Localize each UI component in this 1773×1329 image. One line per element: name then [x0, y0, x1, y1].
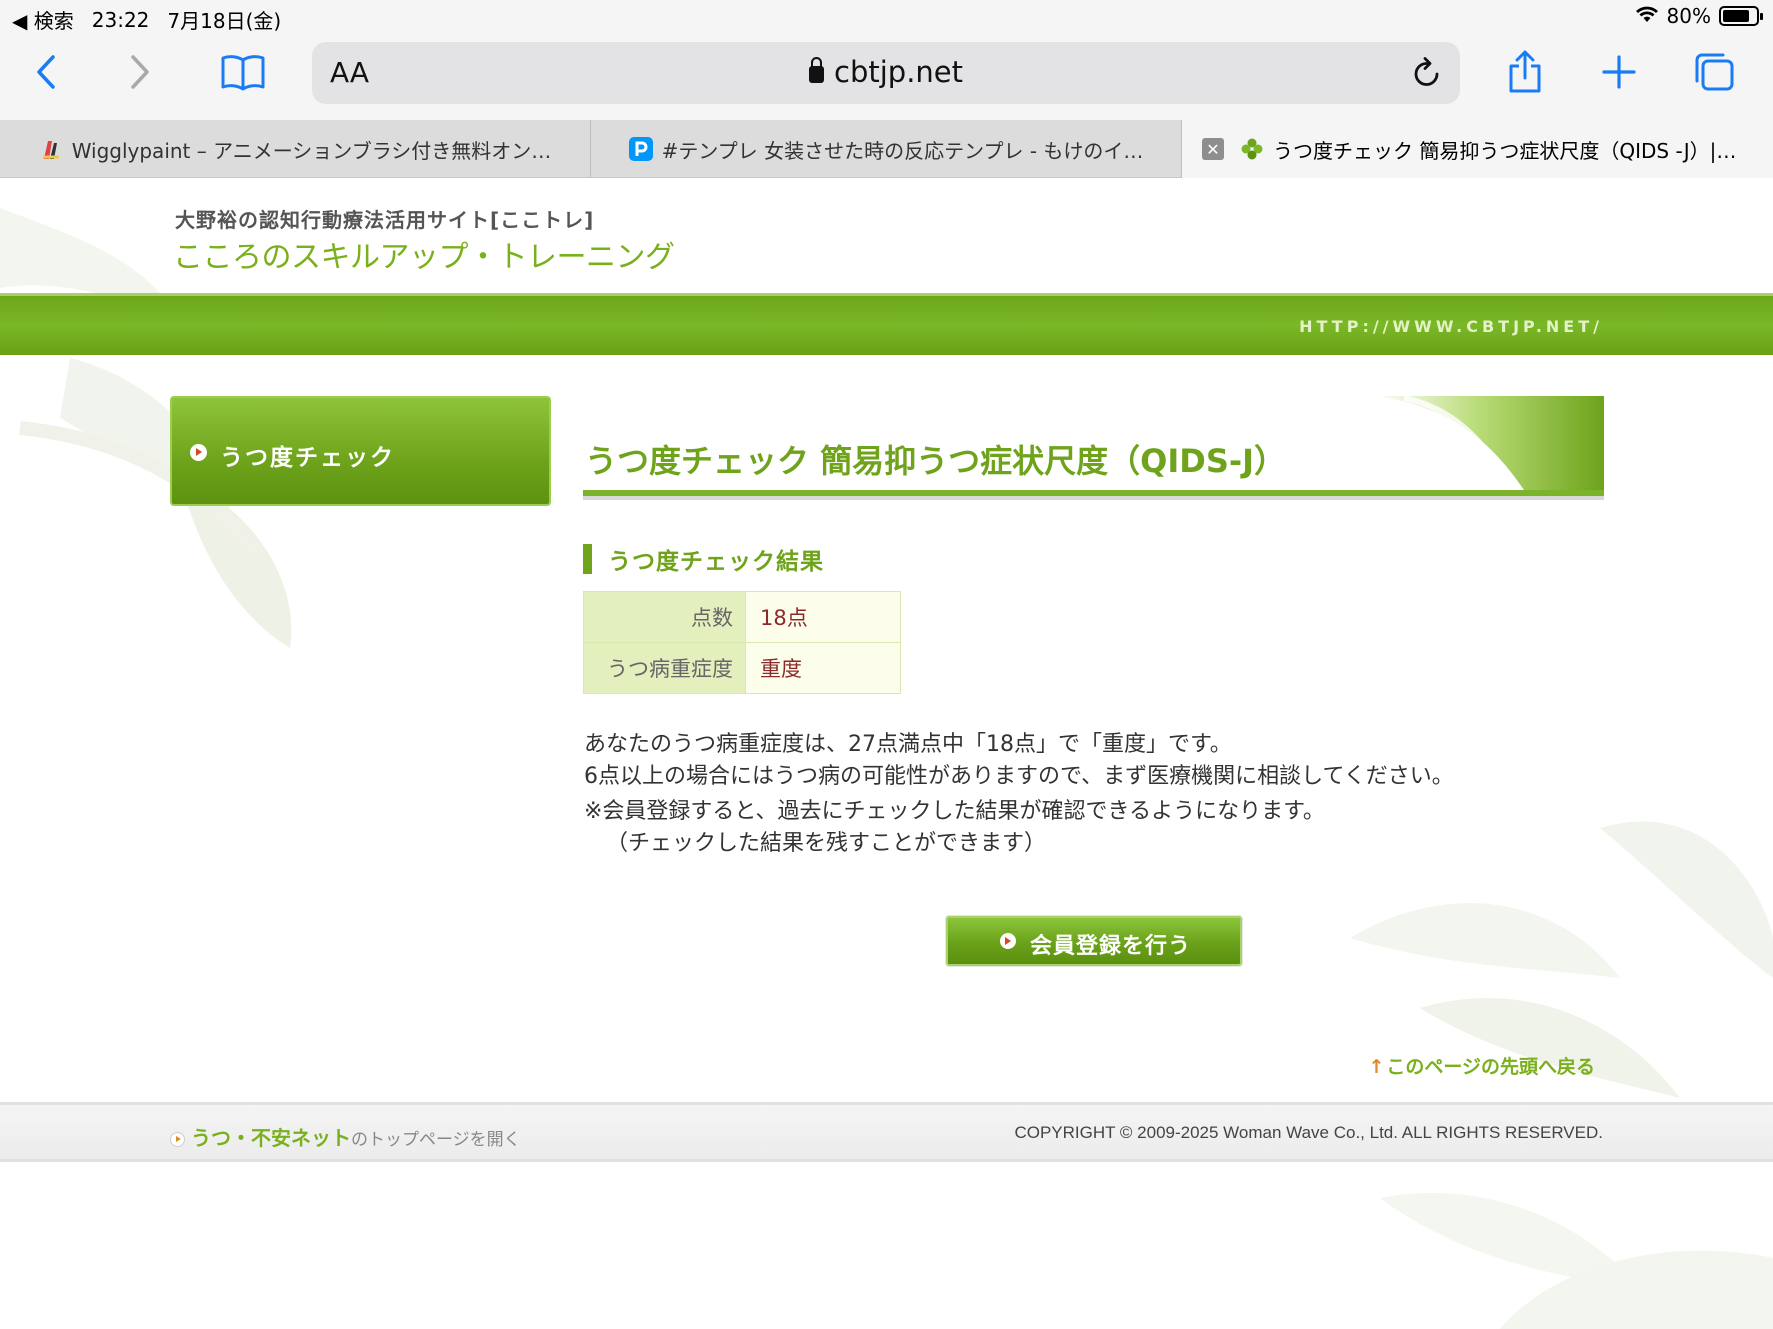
- title-underline-shadow: [583, 496, 1604, 500]
- severity-value: 重度: [745, 642, 901, 694]
- web-page: 大野裕の認知行動療法活用サイト[ここトレ] こころのスキルアップ・トレーニング …: [0, 178, 1773, 1329]
- register-button-label: 会員登録を行う: [1030, 934, 1192, 959]
- tab-template[interactable]: #テンプレ 女装させた時の反応テンプレ - もけのイ…: [591, 120, 1182, 178]
- footer-top-page-link[interactable]: うつ・不安ネットのトップページを開く: [170, 1122, 521, 1151]
- up-arrow-icon: ↑: [1368, 1056, 1385, 1078]
- result-message-line: あなたのうつ病重症度は、27点満点中「18点」で「重度」です。: [584, 732, 1232, 757]
- url-display[interactable]: cbtjp.net: [312, 55, 1460, 89]
- lock-icon: [809, 57, 824, 83]
- back-to-top-link[interactable]: ↑ このページの先頭へ戻る: [1368, 1052, 1595, 1079]
- site-url-banner: HTTP://WWW.CBTJP.NET/: [1299, 317, 1603, 336]
- sidebar-item-depression-check[interactable]: うつ度チェック: [170, 396, 551, 506]
- page-title: うつ度チェック 簡易抑うつ症状尺度（QIDS-J）: [585, 442, 1287, 480]
- sidebar-item-label: うつ度チェック: [220, 445, 395, 471]
- forward-button[interactable]: [112, 48, 168, 96]
- arrow-bullet-icon: [1000, 933, 1016, 949]
- clover-favicon-icon: [1241, 138, 1263, 160]
- tabs-icon: [1695, 53, 1734, 91]
- reload-icon: [1414, 57, 1439, 86]
- chevron-right-icon: [131, 55, 149, 89]
- tab-wigglypaint[interactable]: Wigglypaint – アニメーションブラシ付き無料オン…: [0, 120, 591, 178]
- chevron-left-icon: [37, 55, 55, 89]
- site-footer: うつ・不安ネットのトップページを開く COPYRIGHT © 2009-2025…: [0, 1102, 1773, 1162]
- share-icon: [1509, 50, 1541, 93]
- table-row: うつ病重症度 重度: [583, 642, 901, 694]
- bookmarks-button[interactable]: [215, 48, 271, 96]
- browser-toolbar: AA cbtjp.net: [0, 34, 1773, 120]
- advice-message-line: 6点以上の場合にはうつ病の可能性がありますので、まず医療機関に相談してください。: [584, 764, 1454, 789]
- register-member-button[interactable]: 会員登録を行う: [946, 916, 1242, 966]
- score-label: 点数: [583, 591, 746, 643]
- tab-title: #テンプレ 女装させた時の反応テンプレ - もけのイ…: [661, 138, 1144, 163]
- status-bar: ◀ 検索 23:22 7月18日(金) 80%: [0, 0, 1773, 34]
- content-header: うつ度チェック 簡易抑うつ症状尺度（QIDS-J）: [583, 396, 1604, 509]
- site-subtitle: 大野裕の認知行動療法活用サイト[ここトレ]: [175, 208, 595, 232]
- tab-title: うつ度チェック 簡易抑うつ症状尺度（QIDS -J）|…: [1273, 138, 1737, 163]
- section-heading-text: うつ度チェック結果: [608, 549, 824, 575]
- tab-active-qids[interactable]: ✕ うつ度チェック 簡易抑うつ症状尺度（QIDS -J）|…: [1182, 120, 1773, 178]
- wifi-icon: [1635, 4, 1659, 28]
- result-table: 点数 18点 うつ病重症度 重度: [583, 591, 901, 694]
- table-row: 点数 18点: [583, 591, 901, 643]
- book-icon: [221, 55, 265, 91]
- back-button[interactable]: [18, 48, 74, 96]
- reload-button[interactable]: [1408, 54, 1446, 92]
- plus-icon: [1602, 55, 1636, 89]
- pixiv-favicon-icon: [628, 137, 653, 161]
- arrow-bullet-icon: [170, 1132, 185, 1147]
- back-to-search-link[interactable]: ◀ 検索: [12, 5, 74, 34]
- close-tab-icon[interactable]: ✕: [1202, 138, 1224, 160]
- score-value: 18点: [745, 591, 901, 643]
- battery-level: [1723, 10, 1749, 22]
- battery-icon: [1719, 6, 1763, 26]
- address-bar[interactable]: AA cbtjp.net: [312, 42, 1460, 104]
- tab-overview-button[interactable]: [1686, 48, 1742, 96]
- arrow-bullet-icon: [190, 444, 207, 461]
- battery-percent: 80%: [1666, 4, 1711, 28]
- severity-label: うつ病重症度: [583, 642, 746, 694]
- header-swoosh-decoration: [1374, 396, 1604, 492]
- share-button[interactable]: [1497, 48, 1553, 96]
- copyright-text: COPYRIGHT © 2009-2025 Woman Wave Co., Lt…: [1014, 1123, 1603, 1142]
- header-green-bar: HTTP://WWW.CBTJP.NET/: [0, 293, 1773, 355]
- site-header: 大野裕の認知行動療法活用サイト[ここトレ] こころのスキルアップ・トレーニング: [0, 178, 1773, 293]
- section-heading: うつ度チェック結果: [583, 544, 824, 575]
- site-logo-title[interactable]: こころのスキルアップ・トレーニング: [173, 232, 675, 276]
- status-time: 23:22: [91, 7, 150, 32]
- tab-bar: Wigglypaint – アニメーションブラシ付き無料オン… #テンプレ 女装…: [0, 120, 1773, 178]
- member-note-sub-line: （チェックした結果を残すことができます）: [606, 831, 1047, 856]
- member-note-line: ※会員登録すると、過去にチェックした結果が確認できるようになります。: [584, 799, 1325, 824]
- wigglypaint-favicon-icon: [42, 141, 59, 159]
- new-tab-button[interactable]: [1591, 48, 1647, 96]
- tab-title: Wigglypaint – アニメーションブラシ付き無料オン…: [71, 138, 552, 163]
- status-date: 7月18日(金): [167, 9, 282, 33]
- section-heading-bar: [583, 544, 592, 574]
